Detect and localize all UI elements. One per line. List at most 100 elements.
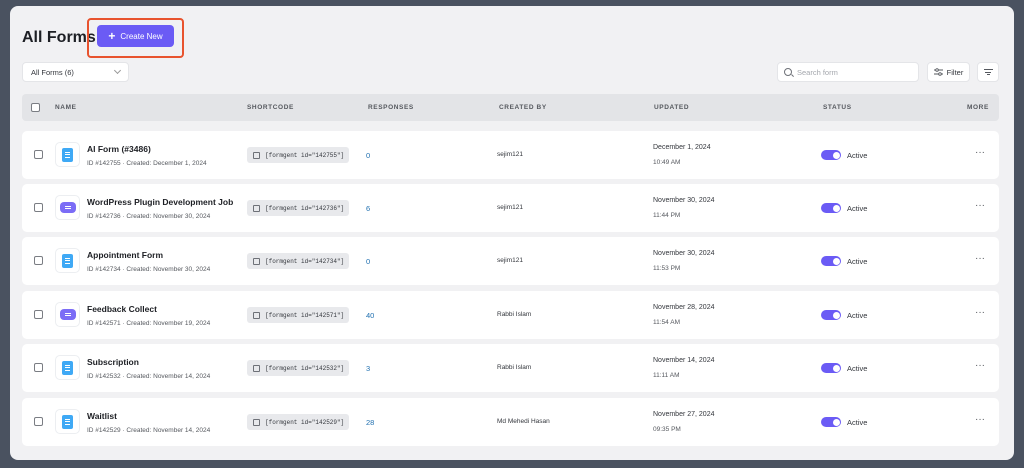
- responses-link[interactable]: 0: [366, 257, 370, 266]
- row-checkbox[interactable]: [34, 256, 43, 265]
- status-label: Active: [847, 204, 868, 213]
- updated-time: 11:44 PM: [653, 212, 681, 219]
- filter-button[interactable]: Filter: [927, 62, 970, 82]
- status-toggle[interactable]: [821, 363, 841, 373]
- form-name-link[interactable]: Waitlist: [87, 411, 117, 421]
- create-new-label: Create New: [120, 31, 163, 41]
- responses-link[interactable]: 40: [366, 311, 374, 320]
- filter-label: Filter: [946, 67, 964, 77]
- table-header: NAME SHORTCODE RESPONSES CREATED BY UPDA…: [22, 94, 999, 121]
- table-row[interactable]: Waitlist ID #142529 · Created: November 1…: [22, 398, 999, 446]
- document-icon: [55, 248, 80, 273]
- row-checkbox[interactable]: [34, 203, 43, 212]
- form-meta: ID #142755 · Created: December 1, 2024: [87, 160, 207, 167]
- form-meta: ID #142736 · Created: November 30, 2024: [87, 213, 211, 220]
- table-row[interactable]: WordPress Plugin Development Job ID #1427…: [22, 184, 999, 232]
- copy-icon: [251, 202, 260, 212]
- shortcode-copy-button[interactable]: [formgent id="142571"]: [247, 307, 349, 323]
- updated-date: December 1, 2024: [653, 144, 711, 151]
- responses-link[interactable]: 0: [366, 151, 370, 160]
- chat-icon: [55, 302, 80, 327]
- table-row[interactable]: Appointment Form ID #142734 · Created: No…: [22, 237, 999, 285]
- table-row[interactable]: Subscription ID #142532 · Created: Novemb…: [22, 344, 999, 392]
- form-meta: ID #142571 · Created: November 19, 2024: [87, 320, 211, 327]
- status-toggle[interactable]: [821, 310, 841, 320]
- shortcode-copy-button[interactable]: [formgent id="142532"]: [247, 360, 349, 376]
- created-by: Md Mehedi Hasan: [497, 418, 550, 425]
- form-meta: ID #142529 · Created: November 14, 2024: [87, 427, 211, 434]
- form-name-link[interactable]: Appointment Form: [87, 250, 163, 260]
- search-input[interactable]: [797, 67, 907, 77]
- forms-filter-value: All Forms (6): [31, 67, 74, 77]
- document-icon: [55, 142, 80, 167]
- created-by: sejim121: [497, 151, 524, 158]
- column-header-more: MORE: [967, 104, 989, 111]
- form-name-link[interactable]: Feedback Collect: [87, 304, 157, 314]
- row-checkbox[interactable]: [34, 363, 43, 372]
- app-frame: All Forms + Create New All Forms (6) Fil…: [10, 6, 1014, 460]
- sort-icon-line: [986, 74, 990, 75]
- select-all-checkbox[interactable]: [31, 103, 40, 112]
- form-name-link[interactable]: Subscription: [87, 357, 139, 367]
- more-options-icon[interactable]: ···: [975, 360, 985, 371]
- updated-date: November 30, 2024: [653, 197, 715, 204]
- create-new-button[interactable]: + Create New: [97, 25, 174, 47]
- updated-time: 09:35 PM: [653, 426, 681, 433]
- responses-link[interactable]: 6: [366, 204, 370, 213]
- chevron-down-icon: [113, 66, 122, 75]
- status-label: Active: [847, 364, 868, 373]
- more-options-icon[interactable]: ···: [975, 147, 985, 158]
- status-toggle[interactable]: [821, 417, 841, 427]
- updated-time: 11:11 AM: [653, 372, 680, 379]
- document-icon: [55, 355, 80, 380]
- status-toggle[interactable]: [821, 256, 841, 266]
- updated-date: November 14, 2024: [653, 357, 715, 364]
- form-meta: ID #142532 · Created: November 14, 2024: [87, 373, 211, 380]
- updated-date: November 27, 2024: [653, 411, 715, 418]
- status-toggle[interactable]: [821, 203, 841, 213]
- forms-filter-select[interactable]: All Forms (6): [22, 62, 129, 82]
- more-options-icon[interactable]: ···: [975, 414, 985, 425]
- copy-icon: [251, 309, 260, 319]
- shortcode-text: [formgent id="142734"]: [265, 257, 345, 265]
- copy-icon: [251, 416, 260, 426]
- shortcode-text: [formgent id="142571"]: [265, 311, 345, 319]
- shortcode-copy-button[interactable]: [formgent id="142529"]: [247, 414, 349, 430]
- row-checkbox[interactable]: [34, 150, 43, 159]
- column-header-name: NAME: [55, 104, 77, 111]
- created-by: sejim121: [497, 257, 524, 264]
- form-meta: ID #142734 · Created: November 30, 2024: [87, 266, 211, 273]
- row-checkbox[interactable]: [34, 310, 43, 319]
- created-by: Rabbi Islam: [497, 364, 532, 371]
- search-icon: [784, 68, 792, 76]
- sort-icon-line: [983, 69, 993, 70]
- updated-time: 11:53 PM: [653, 265, 681, 272]
- responses-link[interactable]: 28: [366, 418, 374, 427]
- shortcode-copy-button[interactable]: [formgent id="142736"]: [247, 200, 349, 216]
- shortcode-text: [formgent id="142736"]: [265, 204, 345, 212]
- column-header-responses: RESPONSES: [368, 104, 414, 111]
- responses-link[interactable]: 3: [366, 364, 370, 373]
- shortcode-text: [formgent id="142755"]: [265, 151, 345, 159]
- form-name-link[interactable]: WordPress Plugin Development Job: [87, 197, 233, 207]
- updated-time: 11:54 AM: [653, 319, 680, 326]
- sort-button[interactable]: [977, 62, 999, 82]
- more-options-icon[interactable]: ···: [975, 307, 985, 318]
- more-options-icon[interactable]: ···: [975, 253, 985, 264]
- column-header-created-by: CREATED BY: [499, 104, 547, 111]
- search-box[interactable]: [777, 62, 919, 82]
- table-row[interactable]: AI Form (#3486) ID #142755 · Created: Dec…: [22, 131, 999, 179]
- status-toggle[interactable]: [821, 150, 841, 160]
- column-header-shortcode: SHORTCODE: [247, 104, 294, 111]
- shortcode-copy-button[interactable]: [formgent id="142734"]: [247, 253, 349, 269]
- page-title: All Forms: [22, 29, 96, 46]
- document-icon: [55, 409, 80, 434]
- form-name-link[interactable]: AI Form (#3486): [87, 144, 151, 154]
- chat-icon: [55, 195, 80, 220]
- shortcode-copy-button[interactable]: [formgent id="142755"]: [247, 147, 349, 163]
- table-row[interactable]: Feedback Collect ID #142571 · Created: No…: [22, 291, 999, 339]
- more-options-icon[interactable]: ···: [975, 200, 985, 211]
- plus-icon: +: [108, 29, 116, 43]
- status-label: Active: [847, 257, 868, 266]
- row-checkbox[interactable]: [34, 417, 43, 426]
